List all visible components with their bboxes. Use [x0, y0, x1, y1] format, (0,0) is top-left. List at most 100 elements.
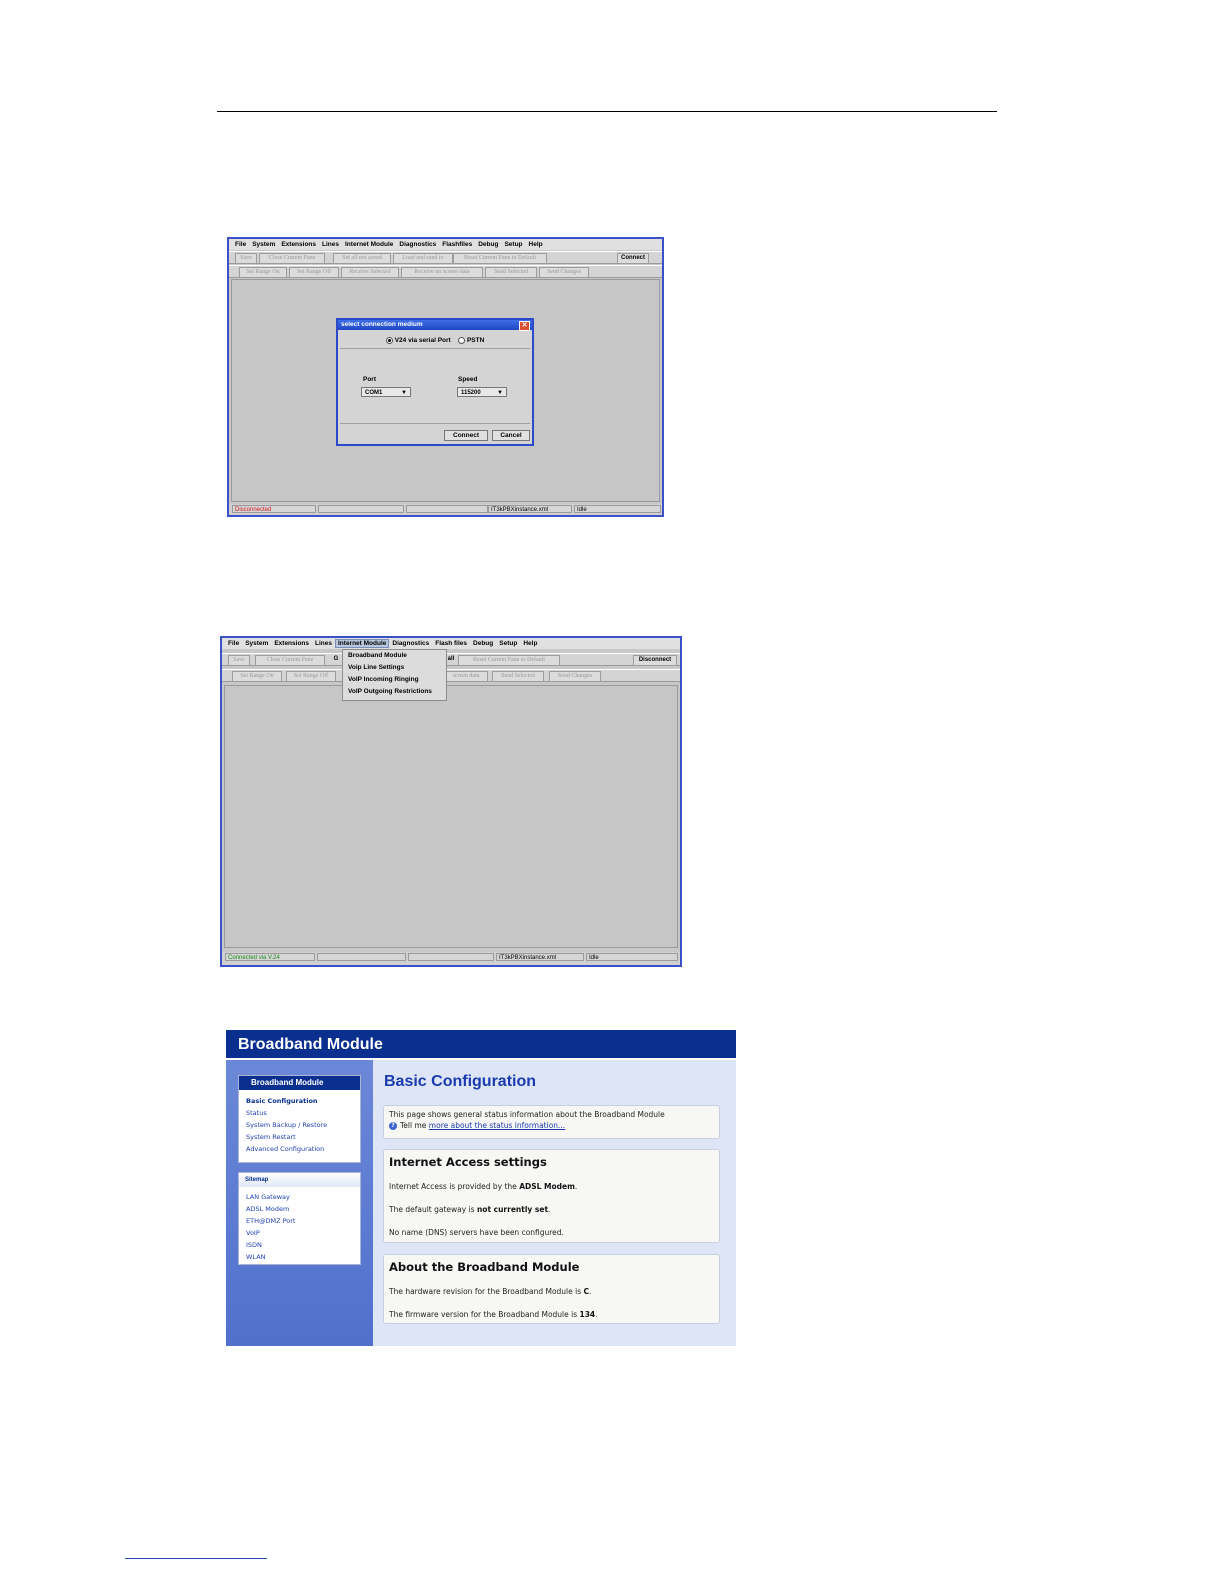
page-header-rule [217, 111, 997, 112]
connection-status: Disconnected [232, 505, 316, 513]
screenshot-internet-module-menu: File System Extensions Lines Internet Mo… [220, 636, 682, 967]
nav-item-advanced-configuration[interactable]: Advanced Configuration [239, 1143, 360, 1155]
chevron-down-icon: ▼ [401, 390, 407, 396]
load-send-button[interactable]: Load and send to [393, 253, 453, 264]
radio-pstn[interactable] [457, 337, 465, 344]
receive-no-screen-data-button[interactable]: Receive no screen data [401, 267, 483, 278]
menu-extensions[interactable]: Extensions [278, 241, 319, 248]
send-selected-button[interactable]: Send Selected [492, 671, 544, 682]
set-all-not-saved-button[interactable]: Set all not saved [333, 253, 391, 264]
menu-item-voip-incoming-ringing[interactable]: VoIP Incoming Ringing [343, 674, 446, 686]
menu-bar: File System Extensions Lines Internet Mo… [229, 239, 662, 250]
status-progress [317, 953, 406, 961]
menu-internet-module[interactable]: Internet Module [335, 639, 390, 648]
connection-status: Connected via V.24 [225, 953, 315, 961]
menu-internet-module[interactable]: Internet Module [342, 241, 396, 248]
speed-select[interactable]: 115200 ▼ [457, 387, 507, 397]
menu-debug[interactable]: Debug [475, 241, 501, 248]
gateway-value: not currently set [476, 1205, 549, 1214]
sitemap-item-isdn[interactable]: ISDN [239, 1239, 360, 1251]
internet-access-panel: Internet Access settings Internet Access… [383, 1149, 720, 1243]
status-blank [406, 505, 488, 513]
menu-help[interactable]: Help [526, 241, 546, 248]
menu-lines[interactable]: Lines [312, 640, 335, 647]
menu-setup[interactable]: Setup [496, 640, 520, 647]
nav-item-system-backup-restore[interactable]: System Backup / Restore [239, 1119, 360, 1131]
intro-panel: This page shows general status informati… [383, 1105, 720, 1139]
sidebar: Broadband Module Basic Configuration Sta… [226, 1060, 373, 1346]
set-range-off-button[interactable]: Set Range Off [286, 671, 336, 682]
save-button[interactable]: Save [235, 253, 257, 264]
sitemap-item-eth-dmz-port[interactable]: ETH@DMZ Port [239, 1215, 360, 1227]
toolbar-partial-button[interactable]: all [446, 655, 456, 664]
send-changes-button[interactable]: Send Changes [549, 671, 601, 682]
speed-value: 115200 [461, 390, 481, 396]
menu-item-voip-outgoing-restrictions[interactable]: VoIP Outgoing Restrictions [343, 686, 446, 698]
cancel-button[interactable]: Cancel [492, 430, 530, 441]
receive-selected-button[interactable]: Receive Selected [341, 267, 399, 278]
chevron-down-icon: ▼ [497, 390, 503, 396]
menu-item-voip-line-settings[interactable]: Voip Line Settings [343, 662, 446, 674]
close-pane-button[interactable]: Close Current Pane [255, 655, 325, 666]
send-changes-button[interactable]: Send Changes [539, 267, 589, 278]
menu-diagnostics[interactable]: Diagnostics [389, 640, 432, 647]
toolbar-partial-button[interactable]: G [332, 655, 340, 664]
reset-pane-button[interactable]: Reset Current Pane to Default [458, 655, 560, 666]
menu-setup[interactable]: Setup [501, 241, 525, 248]
radio-v24[interactable] [385, 337, 393, 344]
adsl-modem-value: ADSL Modem [519, 1182, 575, 1191]
status-info-link[interactable]: more about the status information... [429, 1121, 565, 1130]
dialog-title-bar[interactable]: select connection medium ✕ [338, 320, 532, 331]
screenshot-broadband-module: Broadband Module Broadband Module Basic … [226, 1030, 736, 1346]
nav-item-basic-configuration[interactable]: Basic Configuration [239, 1095, 360, 1107]
menu-file[interactable]: File [225, 640, 242, 647]
tell-me-label: Tell me [400, 1121, 427, 1130]
reset-pane-button[interactable]: Reset Current Pane to Default [453, 253, 547, 264]
page-title: Basic Configuration [384, 1073, 537, 1090]
menu-item-broadband-module[interactable]: Broadband Module [343, 650, 446, 662]
connect-button[interactable]: Connect [444, 430, 488, 441]
status-blank [408, 953, 494, 961]
sitemap-item-voip[interactable]: VoIP [239, 1227, 360, 1239]
set-range-on-button[interactable]: Set Range On [232, 671, 282, 682]
connect-button[interactable]: Connect [617, 253, 649, 264]
menu-lines[interactable]: Lines [319, 241, 342, 248]
set-range-off-button[interactable]: Set Range Off [289, 267, 339, 278]
send-selected-button[interactable]: Send Selected [485, 267, 537, 278]
status-progress [318, 505, 404, 513]
radio-v24-label: V24 via serial Port [394, 337, 451, 345]
hardware-revision-line: The hardware revision for the Broadband … [389, 1287, 592, 1296]
nav-heading[interactable]: Broadband Module [239, 1076, 360, 1090]
sitemap-box: Sitemap LAN Gateway ADSL Modem ETH@DMZ P… [238, 1172, 361, 1265]
menu-diagnostics[interactable]: Diagnostics [396, 241, 439, 248]
footnote-rule [125, 1558, 267, 1559]
internet-access-line: Internet Access is provided by the ADSL … [389, 1182, 578, 1191]
menu-help[interactable]: Help [520, 640, 540, 647]
screenshot-connection-dialog: File System Extensions Lines Internet Mo… [227, 237, 664, 517]
menu-system[interactable]: System [249, 241, 278, 248]
close-pane-button[interactable]: Close Current Pane [259, 253, 325, 264]
menu-debug[interactable]: Debug [470, 640, 496, 647]
sitemap-item-adsl-modem[interactable]: ADSL Modem [239, 1203, 360, 1215]
menu-flashfiles[interactable]: Flashfiles [439, 241, 475, 248]
screen-data-button[interactable]: screen data [444, 671, 488, 682]
dialog-divider [340, 423, 530, 424]
default-gateway-line: The default gateway is not currently set… [389, 1205, 551, 1214]
sitemap-item-lan-gateway[interactable]: LAN Gateway [239, 1191, 360, 1203]
menu-system[interactable]: System [242, 640, 271, 647]
nav-item-system-restart[interactable]: System Restart [239, 1131, 360, 1143]
menu-extensions[interactable]: Extensions [271, 640, 312, 647]
save-button[interactable]: Save [228, 655, 250, 666]
sitemap-item-wlan[interactable]: WLAN [239, 1251, 360, 1263]
toolbar-top: Save Close Current Pane Set all not save… [229, 251, 662, 264]
radio-pstn-label: PSTN [466, 337, 485, 345]
set-range-on-button[interactable]: Set Range On [239, 267, 287, 278]
menu-flashfiles[interactable]: Flash files [432, 640, 470, 647]
dialog-title: select connection medium [341, 321, 423, 328]
status-state: Idle [586, 953, 678, 961]
port-select[interactable]: COM1 ▼ [361, 387, 411, 397]
disconnect-button[interactable]: Disconnect [633, 655, 677, 666]
nav-item-status[interactable]: Status [239, 1107, 360, 1119]
close-icon[interactable]: ✕ [519, 321, 530, 331]
menu-file[interactable]: File [232, 241, 249, 248]
